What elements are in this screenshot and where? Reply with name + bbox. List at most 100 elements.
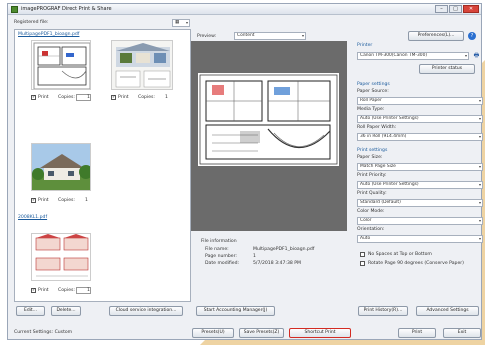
page-thumbnail-3[interactable] <box>31 143 91 191</box>
chevron-down-icon: ▾ <box>185 20 188 25</box>
print-label-3: Print <box>38 198 49 203</box>
orientation-label: Orientation: <box>357 227 385 232</box>
roll-width-value: 36 in Roll (914.4mm) <box>360 134 407 139</box>
paper-settings-heading: Paper settings <box>357 82 390 87</box>
media-type-select[interactable]: Auto (Use Printer Settings) ▾ <box>357 115 483 123</box>
close-button[interactable]: ✕ <box>463 5 479 13</box>
page-thumbnail-2[interactable] <box>111 40 173 90</box>
copies-value-1: 1 <box>87 95 90 100</box>
registered-label: Registered file: <box>14 20 49 25</box>
printer-select[interactable]: Canon TM-300(Canon TM-300) ▾ <box>357 52 469 60</box>
help-icon[interactable]: ? <box>468 32 476 40</box>
rotate-page-checkbox[interactable] <box>360 261 365 266</box>
printer-section-heading: Printer <box>357 43 373 48</box>
exit-button[interactable]: Exit <box>443 328 481 338</box>
cloud-integration-button[interactable]: Cloud service integration... <box>109 306 183 316</box>
advanced-settings-button[interactable]: Advanced Settings <box>416 306 479 316</box>
window-title: imagePROGRAF Direct Print & Share <box>21 6 112 12</box>
print-priority-label: Print Priority: <box>357 173 387 178</box>
print-checkbox-1[interactable]: ✓ <box>31 95 36 100</box>
color-mode-value: Color <box>360 218 372 223</box>
shortcut-print-button[interactable]: Shortcut Print <box>289 328 351 338</box>
orientation-value: Auto <box>360 236 371 241</box>
house-photo-image <box>32 144 90 190</box>
edit-button[interactable]: Edit... <box>16 306 45 316</box>
print-quality-label: Print Quality: <box>357 191 387 196</box>
copies-value-3: 1 <box>85 198 88 203</box>
printer-name: Canon TM-300(Canon TM-300) <box>360 53 428 58</box>
printer-status-button[interactable]: Printer status <box>419 64 475 74</box>
view-mode-select[interactable]: ▦ ▾ <box>172 19 190 27</box>
paper-source-select[interactable]: Roll Paper ▾ <box>357 97 483 105</box>
file-name-2[interactable]: 2008KL1.pdf <box>18 215 47 220</box>
copies-value-4: 1 <box>87 288 90 293</box>
rotate-page-label: Rotate Page 90 degrees (Conserve Paper) <box>368 261 464 266</box>
paper-size-select[interactable]: Match Page Size ▾ <box>357 163 483 171</box>
maximize-button[interactable]: □ <box>449 5 462 13</box>
floor-plan-preview-image <box>199 74 338 165</box>
date-modified-value: 5/7/2018 3:47:38 PM <box>253 261 301 266</box>
file-info-heading: File information <box>201 239 237 244</box>
color-mode-select[interactable]: Color ▾ <box>357 217 483 225</box>
chevron-down-icon: ▾ <box>478 182 481 187</box>
chevron-down-icon: ▾ <box>478 218 481 223</box>
grid-view-icon: ▦ <box>175 20 180 25</box>
copies-label-3: Copies: <box>58 198 75 203</box>
print-checkbox-4[interactable]: ✓ <box>31 288 36 293</box>
copies-label-2: Copies: <box>138 95 155 100</box>
file-name-1[interactable]: MultipagePDF1_bioagn.pdf <box>18 32 79 37</box>
file-information-panel: File information File name: MultipagePDF… <box>191 236 347 276</box>
delete-button[interactable]: Delete... <box>51 306 81 316</box>
preview-pane[interactable] <box>191 41 347 231</box>
print-priority-value: Auto (Use Printer Settings) <box>360 182 419 187</box>
page-thumbnail-1[interactable] <box>31 40 91 90</box>
chevron-down-icon: ▾ <box>301 33 304 38</box>
minimize-button[interactable]: – <box>435 5 448 13</box>
orientation-select[interactable]: Auto ▾ <box>357 235 483 243</box>
preferences-button[interactable]: Preferences(L)... <box>408 31 464 41</box>
copies-field-1[interactable]: 1 <box>76 94 91 101</box>
print-label-1: Print <box>38 95 49 100</box>
paper-source-label: Paper Source: <box>357 89 389 94</box>
media-type-value: Auto (Use Printer Settings) <box>360 116 419 121</box>
print-button[interactable]: Print <box>398 328 436 338</box>
copies-label-4: Copies: <box>58 288 75 293</box>
floor-plan-image <box>33 42 90 89</box>
no-spaces-checkbox[interactable] <box>360 252 365 257</box>
preview-mode-select[interactable]: Content ▾ <box>234 32 306 40</box>
print-history-button[interactable]: Print History(R)... <box>358 306 408 316</box>
roll-width-select[interactable]: 36 in Roll (914.4mm) ▾ <box>357 133 483 141</box>
paper-source-value: Roll Paper <box>360 98 382 103</box>
app-icon <box>11 6 18 13</box>
preview-label: Preview: <box>197 34 217 39</box>
printer-icon[interactable]: 🖶 <box>472 52 481 60</box>
preview-sheet <box>198 73 339 166</box>
page-thumbnail-4[interactable] <box>31 233 91 281</box>
current-settings-status: Current Settings: Custom <box>14 330 73 335</box>
presets-button[interactable]: Presets(U) <box>192 328 234 338</box>
accounting-manager-button[interactable]: Start Accounting Manager(J) <box>196 306 275 316</box>
file-name-label: File name: <box>205 247 229 252</box>
print-priority-select[interactable]: Auto (Use Printer Settings) ▾ <box>357 181 483 189</box>
file-name-value: MultipagePDF1_bioagn.pdf <box>253 247 315 252</box>
copies-value-2: 1 <box>165 95 168 100</box>
media-type-label: Media Type: <box>357 107 385 112</box>
save-presets-button[interactable]: Save Presets(Z) <box>239 328 284 338</box>
no-spaces-label: No Spaces at Top or Bottom <box>368 252 432 257</box>
print-checkbox-3[interactable]: ✓ <box>31 198 36 203</box>
paper-size-label: Paper Size: <box>357 155 383 160</box>
chevron-down-icon: ▾ <box>464 53 467 58</box>
registered-file-list[interactable]: MultipagePDF1_bioagn.pdf ✓ Print Copies:… <box>14 29 191 302</box>
chevron-down-icon: ▾ <box>478 98 481 103</box>
paper-size-value: Match Page Size <box>360 164 396 169</box>
chevron-down-icon: ▾ <box>478 164 481 169</box>
roll-width-label: Roll Paper Width: <box>357 125 397 130</box>
copies-label-1: Copies: <box>58 95 75 100</box>
preview-mode-value: Content <box>237 33 255 38</box>
rendering-image <box>112 41 172 89</box>
chevron-down-icon: ▾ <box>478 134 481 139</box>
print-quality-select[interactable]: Standard (Default) ▾ <box>357 199 483 207</box>
copies-field-4[interactable]: 1 <box>76 287 91 294</box>
print-checkbox-2[interactable]: ✓ <box>111 95 116 100</box>
page-number-value: 1 <box>253 254 256 259</box>
